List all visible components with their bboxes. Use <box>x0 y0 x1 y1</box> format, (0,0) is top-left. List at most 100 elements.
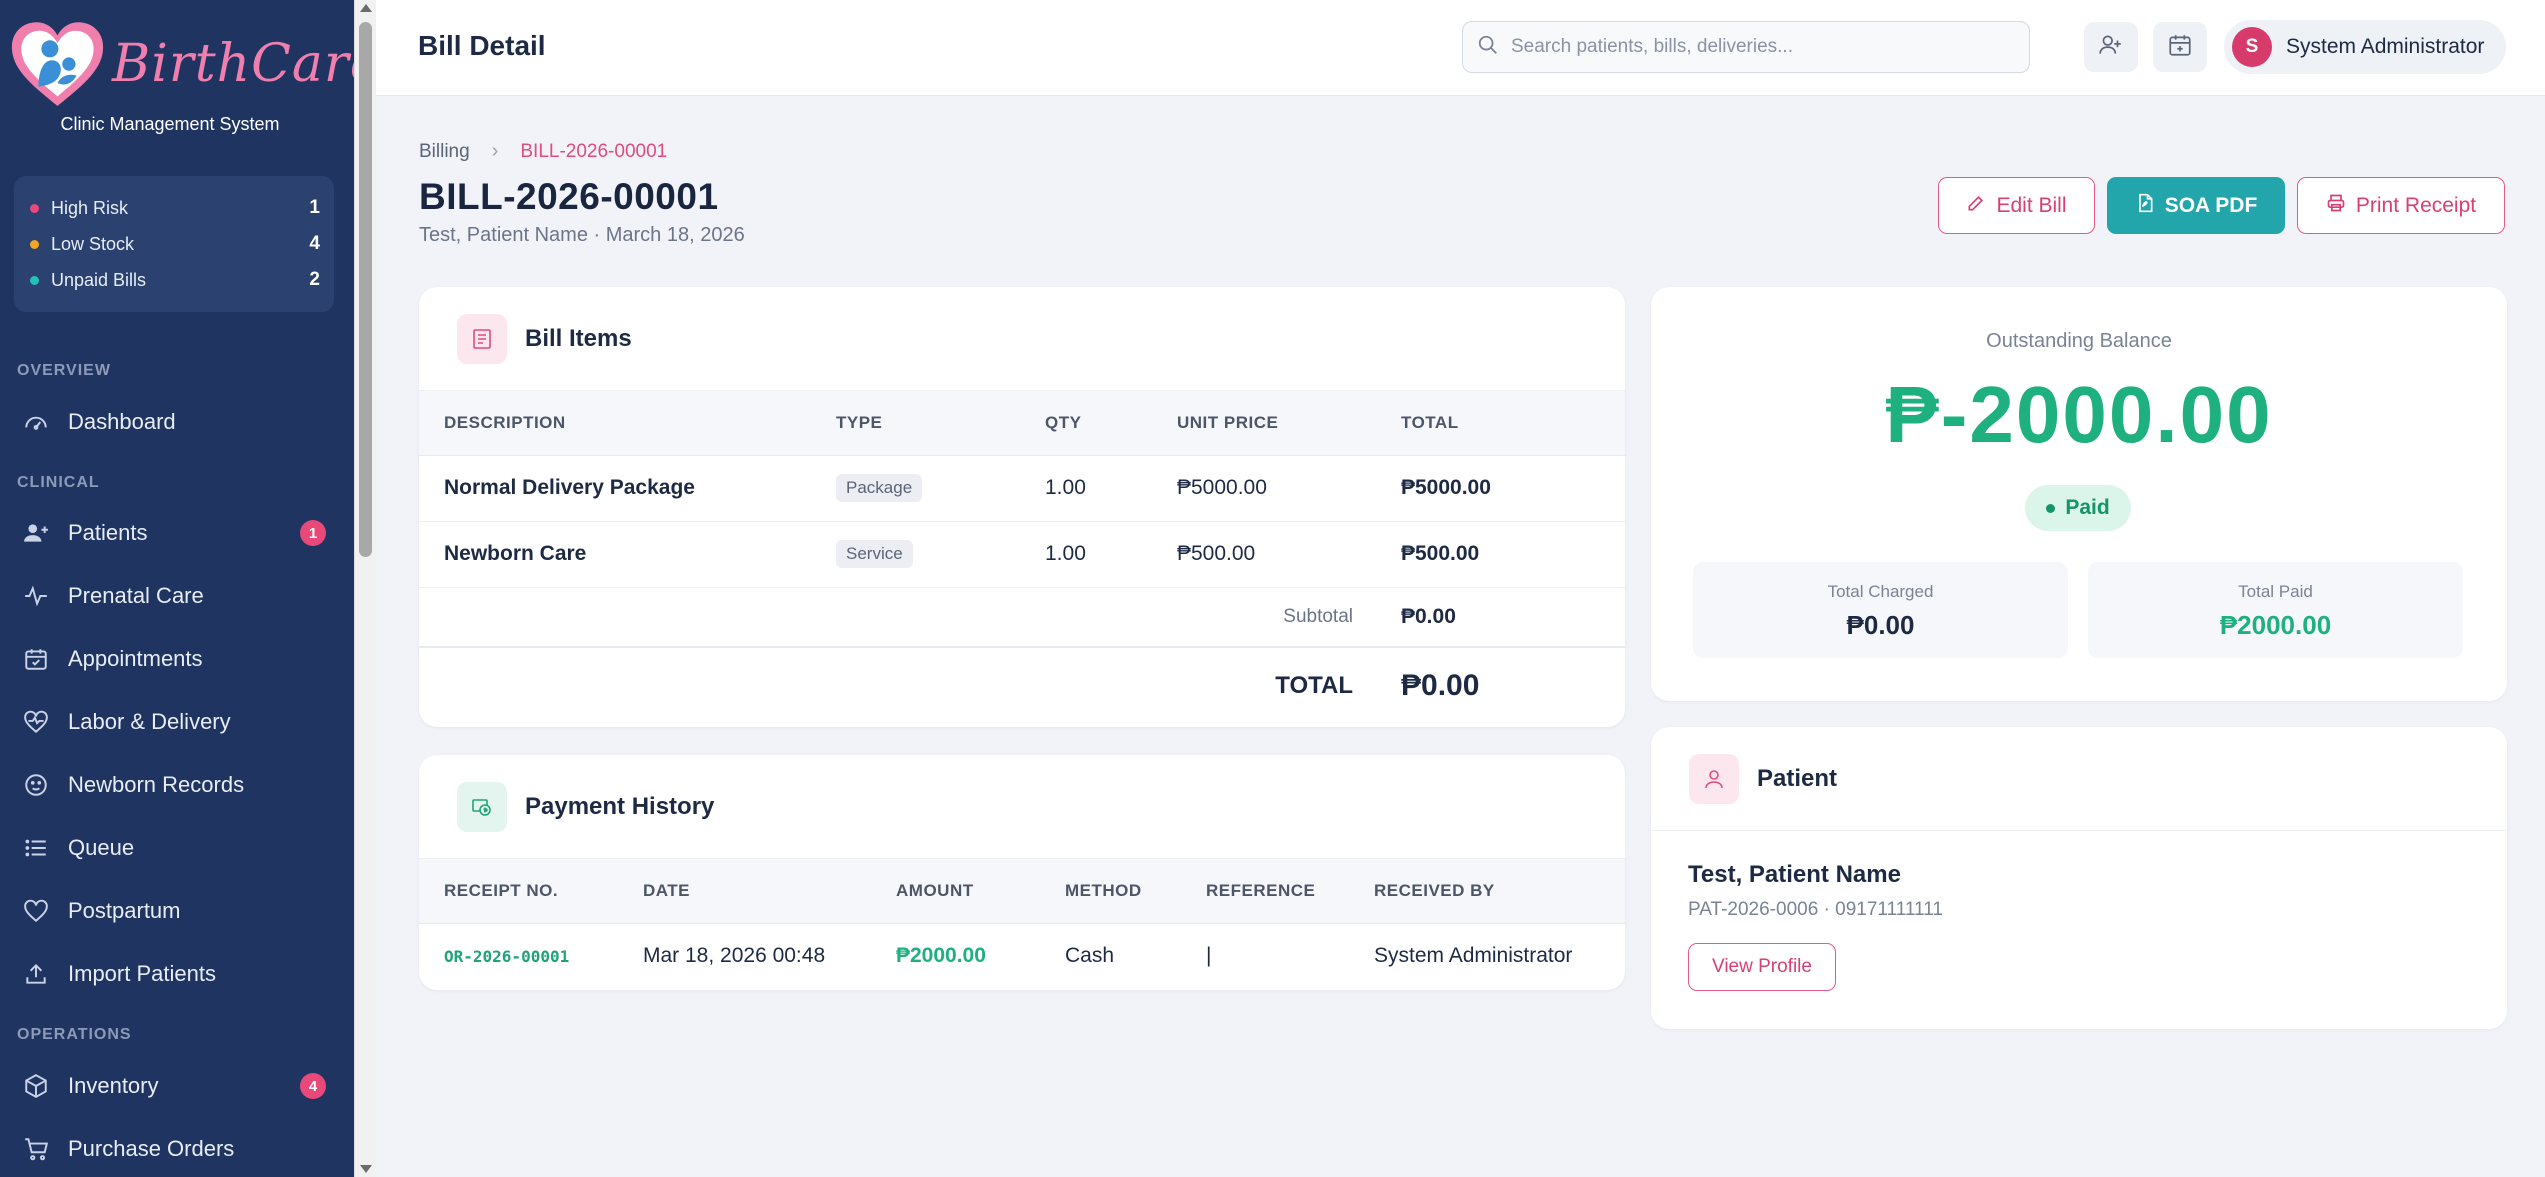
nav-item-label: Queue <box>68 835 135 860</box>
nav-item-label: Dashboard <box>68 409 176 434</box>
item-type-cell: Package <box>836 455 1045 522</box>
nav-item-labor-delivery[interactable]: Labor & Delivery <box>0 694 340 750</box>
new-appointment-button[interactable] <box>2153 22 2207 72</box>
total-charged-value: ₱0.00 <box>1846 610 1915 640</box>
nav-item-label: Appointments <box>68 646 203 671</box>
total-value: ₱0.00 <box>1401 668 1480 702</box>
sidebar-scrollbar[interactable] <box>354 0 376 1177</box>
calendar-plus-icon <box>2167 32 2193 63</box>
patient-card: Patient Test, Patient Name PAT-2026-0006… <box>1651 727 2507 1029</box>
breadcrumb-billing-link[interactable]: Billing <box>419 141 470 163</box>
column-header: TYPE <box>836 391 1045 456</box>
page-subtitle: Test, Patient Name · March 18, 2026 <box>419 224 745 246</box>
scroll-up-arrow-icon[interactable] <box>360 4 372 12</box>
alert-count: 4 <box>309 233 320 254</box>
header-title: Bill Detail <box>418 30 546 61</box>
payment-method: Cash <box>1065 944 1115 968</box>
section-label-operations: OPERATIONS <box>17 1026 132 1043</box>
alert-high-risk[interactable]: High Risk 1 <box>28 190 320 226</box>
status-dot-icon <box>30 275 39 285</box>
nav-item-purchase-orders[interactable]: Purchase Orders <box>0 1121 340 1177</box>
nav-item-postpartum[interactable]: Postpartum <box>0 883 340 939</box>
brand-subtitle: Clinic Management System <box>60 114 280 134</box>
column-header: RECEIVED BY <box>1374 859 1625 924</box>
alert-low-stock[interactable]: Low Stock 4 <box>28 226 320 262</box>
user-name: System Administrator <box>2286 35 2485 58</box>
nav-item-label: Postpartum <box>68 898 181 923</box>
heart-icon <box>22 897 50 925</box>
scroll-down-arrow-icon[interactable] <box>360 1165 372 1173</box>
item-type-cell: Service <box>836 521 1045 588</box>
payment-history-card: Payment History RECEIPT NO. DATE AMOUNT … <box>419 755 1625 990</box>
bill-items-title: Bill Items <box>525 324 632 352</box>
brand[interactable]: BirthCare Clinic Management System <box>0 18 354 138</box>
user-icon <box>1689 753 1739 804</box>
add-patient-button[interactable] <box>2084 22 2138 72</box>
outstanding-balance-amount: ₱-2000.00 <box>1885 370 2273 459</box>
money-icon <box>457 781 507 832</box>
subtotal-row: Subtotal ₱0.00 <box>419 587 1625 648</box>
printer-icon <box>2326 193 2356 219</box>
baby-icon <box>22 771 50 799</box>
view-profile-button[interactable]: View Profile <box>1688 943 1836 991</box>
nav-item-inventory[interactable]: Inventory 4 <box>0 1058 340 1114</box>
edit-bill-button[interactable]: Edit Bill <box>1938 177 2095 234</box>
subtotal-value: ₱0.00 <box>1401 587 1625 648</box>
status-dot-icon <box>30 203 39 213</box>
item-unit-price: ₱500.00 <box>1177 521 1401 588</box>
scrollbar-thumb[interactable] <box>359 22 372 557</box>
status-label: Paid <box>2065 496 2110 519</box>
search-input[interactable] <box>1511 36 1991 58</box>
nav-item-patients[interactable]: Patients 1 <box>0 505 340 561</box>
bill-items-header: Bill Items <box>419 287 1625 391</box>
type-badge: Package <box>836 474 923 502</box>
alerts-panel: High Risk 1 Low Stock 4 Unpaid Bills 2 <box>14 176 334 312</box>
page-title: BILL-2026-00001 <box>419 176 719 217</box>
alert-unpaid-bills[interactable]: Unpaid Bills 2 <box>28 262 320 298</box>
total-row: TOTAL ₱0.00 <box>419 647 1625 723</box>
soa-pdf-button[interactable]: SOA PDF <box>2107 177 2285 234</box>
column-header: REFERENCE <box>1206 859 1374 924</box>
nav-item-import-patients[interactable]: Import Patients <box>0 946 340 1002</box>
column-header: UNIT PRICE <box>1177 391 1401 456</box>
activity-icon <box>22 582 50 610</box>
nav-item-appointments[interactable]: Appointments <box>0 631 340 687</box>
type-badge: Service <box>836 540 913 568</box>
column-header: TOTAL <box>1401 391 1625 456</box>
total-charged-box: Total Charged ₱0.00 <box>1693 562 2068 658</box>
column-header: QTY <box>1045 391 1177 456</box>
column-header: DATE <box>643 859 896 924</box>
patient-meta: PAT-2026-0006 · 09171111111 <box>1688 899 1943 920</box>
nav-item-dashboard[interactable]: Dashboard <box>0 394 340 450</box>
print-receipt-label: Print Receipt <box>2355 193 2477 217</box>
balance-card: Outstanding Balance ₱-2000.00 Paid Total… <box>1651 287 2507 701</box>
nav-item-label: Labor & Delivery <box>68 709 231 734</box>
receipt-number[interactable]: OR-2026-00001 <box>419 923 643 989</box>
table-header-row: DESCRIPTION TYPE QTY UNIT PRICE TOTAL <box>419 391 1625 456</box>
patient-details: Test, Patient Name PAT-2026-0006 · 09171… <box>1651 831 2507 991</box>
item-qty: 1.00 <box>1045 521 1177 588</box>
column-header: DESCRIPTION <box>419 391 836 456</box>
nav-item-queue[interactable]: Queue <box>0 820 340 876</box>
cart-icon <box>22 1135 50 1163</box>
search-box[interactable] <box>1462 21 2030 73</box>
total-paid-value: ₱2000.00 <box>2219 610 2332 640</box>
item-qty: 1.00 <box>1045 455 1177 522</box>
outstanding-balance-label: Outstanding Balance <box>1986 330 2172 352</box>
box-icon <box>22 1072 50 1100</box>
total-label: TOTAL <box>1275 671 1353 699</box>
nav-item-newborn-records[interactable]: Newborn Records <box>0 757 340 813</box>
nav-item-prenatal-care[interactable]: Prenatal Care <box>0 568 340 624</box>
total-charged-label: Total Charged <box>1827 582 1934 601</box>
nav-item-label: Inventory <box>68 1073 159 1098</box>
bill-items-table: DESCRIPTION TYPE QTY UNIT PRICE TOTAL No… <box>419 391 1625 723</box>
table-row: Newborn Care Service 1.00 ₱500.00 ₱500.0… <box>419 521 1625 588</box>
table-header-row: RECEIPT NO. DATE AMOUNT METHOD REFERENCE… <box>419 859 1625 924</box>
alert-count: 2 <box>309 269 320 290</box>
print-receipt-button[interactable]: Print Receipt <box>2297 177 2505 234</box>
sidebar: BirthCare Clinic Management System High … <box>0 0 354 1177</box>
received-by: System Administrator <box>1374 944 1573 968</box>
item-description: Newborn Care <box>419 521 836 588</box>
edit-bill-label: Edit Bill <box>1996 193 2067 217</box>
user-menu[interactable]: S System Administrator <box>2224 20 2506 74</box>
